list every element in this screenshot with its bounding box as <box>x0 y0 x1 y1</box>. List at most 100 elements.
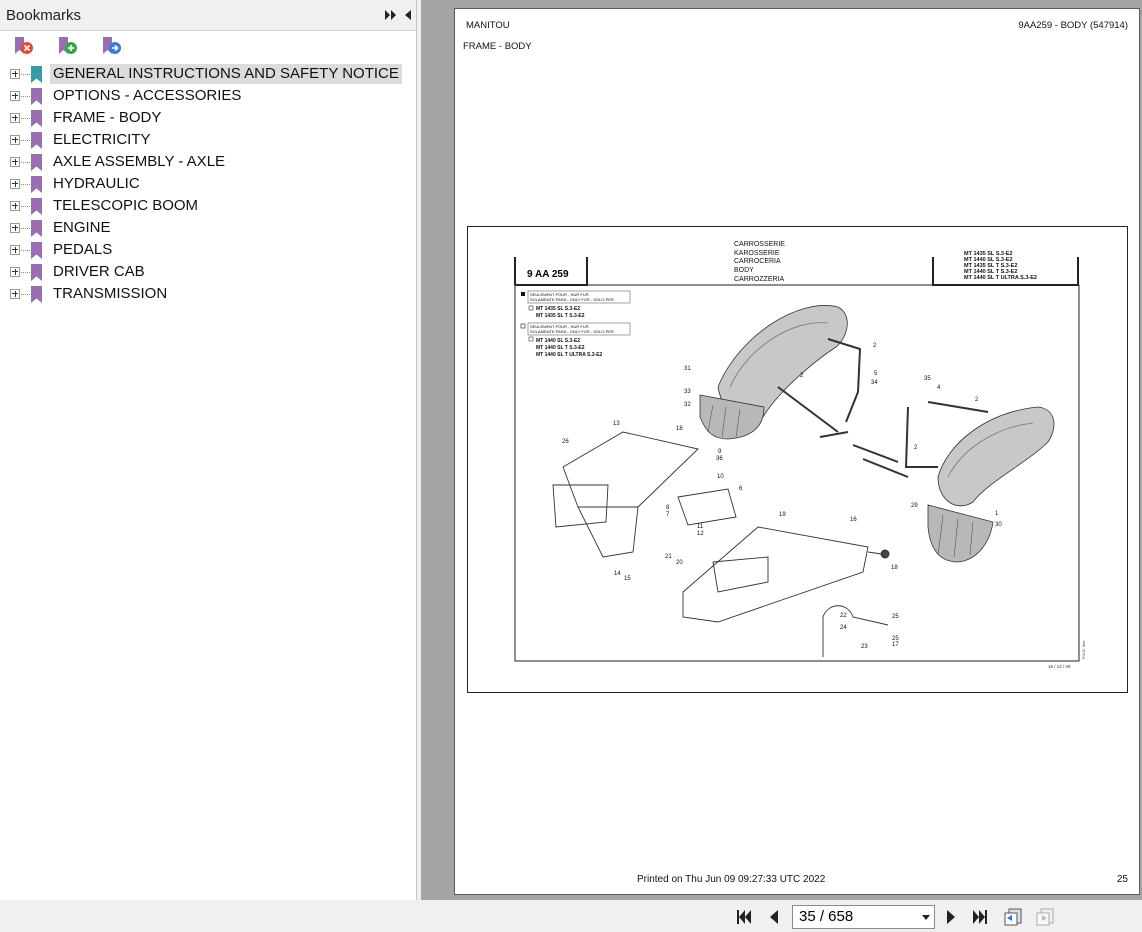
bookmark-icon <box>31 286 42 303</box>
callout-25a: 25 <box>892 614 899 620</box>
drawing-ref: 9 AA 259 <box>527 269 569 280</box>
first-page-icon[interactable] <box>734 907 754 927</box>
expand-icon[interactable] <box>10 223 20 233</box>
drawing-title-0: CARROSSERIE <box>734 241 785 248</box>
bookmark-telescopic-boom[interactable]: TELESCOPIC BOOM <box>0 195 416 217</box>
callout-36: 36 <box>716 456 723 462</box>
expand-icon[interactable] <box>10 69 20 79</box>
tree-connector <box>21 184 30 185</box>
bookmark-label: TRANSMISSION <box>53 285 168 302</box>
bookmark-label: TELESCOPIC BOOM <box>53 197 199 214</box>
note2-model-2: MT 1440 SL T ULTRA S.3-E2 <box>536 352 603 358</box>
bookmark-icon <box>31 220 42 237</box>
page-number: 25 <box>1116 874 1128 885</box>
callout-30: 30 <box>995 522 1002 528</box>
expand-icon[interactable] <box>10 135 20 145</box>
bookmark-icon <box>31 66 42 83</box>
callout-19: 19 <box>779 512 786 518</box>
note1-model-0: MT 1435 SL S.3-E2 <box>536 306 580 312</box>
callout-15: 15 <box>624 576 631 582</box>
bookmark-transmission[interactable]: TRANSMISSION <box>0 283 416 305</box>
expand-icon[interactable] <box>10 289 20 299</box>
fender-upper <box>699 305 848 440</box>
callout-22: 22 <box>840 613 847 619</box>
expand-icon[interactable] <box>10 245 20 255</box>
next-view-icon[interactable] <box>1035 907 1055 927</box>
bookmark-driver-cab[interactable]: DRIVER CAB <box>0 261 416 283</box>
bookmarks-panel: Bookmarks GENERAL INSTRUCTIONS AND SAFET… <box>0 0 417 900</box>
drawing-title-4: CARROZZERIA <box>734 276 785 283</box>
bookmark-tree: GENERAL INSTRUCTIONS AND SAFETY NOTICE OP… <box>0 63 416 305</box>
previous-page-icon[interactable] <box>764 907 784 927</box>
last-page-icon[interactable] <box>970 907 990 927</box>
bookmark-general-instructions-and-safety-notice[interactable]: GENERAL INSTRUCTIONS AND SAFETY NOTICE <box>0 63 416 85</box>
expand-icon[interactable] <box>10 91 20 101</box>
expand-panel-icon[interactable] <box>384 7 398 23</box>
expand-icon[interactable] <box>10 201 20 211</box>
bookmark-options-accessories[interactable]: OPTIONS - ACCESSORIES <box>0 85 416 107</box>
callout-1: 1 <box>995 511 999 517</box>
bookmark-engine[interactable]: ENGINE <box>0 217 416 239</box>
bookmark-label: HYDRAULIC <box>53 175 140 192</box>
tree-connector <box>21 140 30 141</box>
note2-model-0: MT 1440 SL S.3-E2 <box>536 338 580 344</box>
callout-14: 14 <box>614 571 621 577</box>
note2-sub: SOLAMENTE PARA - ONLY FOR - SOLO PER <box>530 329 614 334</box>
expand-icon[interactable] <box>10 267 20 277</box>
callout-26: 26 <box>562 439 569 445</box>
bookmark-label: AXLE ASSEMBLY - AXLE <box>53 153 226 170</box>
bookmarks-header: Bookmarks <box>0 0 416 31</box>
note1-model-1: MT 1435 SL T S.3-E2 <box>536 313 585 319</box>
callout-18b: 18 <box>891 565 898 571</box>
bookmark-icon <box>31 242 42 259</box>
callout-31: 31 <box>684 366 691 372</box>
expand-icon[interactable] <box>10 157 20 167</box>
callout-12: 12 <box>697 531 704 537</box>
callout-2a: 2 <box>873 343 877 349</box>
bookmarks-toolbar <box>0 31 416 61</box>
callout-5: 5 <box>874 371 878 377</box>
bookmark-label: ENGINE <box>53 219 111 236</box>
callout-2b: 2 <box>800 373 804 379</box>
tree-connector <box>21 206 30 207</box>
drawing-title-1: KAROSSERIE <box>734 250 780 257</box>
bookmark-label: PEDALS <box>53 241 113 258</box>
tree-connector <box>21 228 30 229</box>
collapse-panel-icon[interactable] <box>401 7 415 23</box>
tree-connector <box>21 162 30 163</box>
next-page-icon[interactable] <box>941 907 961 927</box>
bookmark-axle-assembly-axle[interactable]: AXLE ASSEMBLY - AXLE <box>0 151 416 173</box>
tree-connector <box>21 96 30 97</box>
callout-9: 9 <box>718 449 722 455</box>
bookmark-label: FRAME - BODY <box>53 109 162 126</box>
bookmark-electricity[interactable]: ELECTRICITY <box>0 129 416 151</box>
model-4: MT 1440 SL T ULTRA S.3-E2 <box>964 275 1037 281</box>
add-bookmark-icon[interactable] <box>56 35 78 57</box>
tree-connector <box>21 250 30 251</box>
document-viewer[interactable]: MANITOU 9AA259 - BODY (547914) FRAME - B… <box>421 0 1142 900</box>
body-frame-lower <box>682 526 890 657</box>
callout-33: 33 <box>684 389 691 395</box>
previous-view-icon[interactable] <box>1003 907 1023 927</box>
expand-icon[interactable] <box>10 113 20 123</box>
bookmark-icon <box>31 198 42 215</box>
callout-29: 29 <box>911 503 918 509</box>
goto-bookmark-icon[interactable] <box>100 35 122 57</box>
delete-bookmark-icon[interactable] <box>12 35 34 57</box>
bookmark-hydraulic[interactable]: HYDRAULIC <box>0 173 416 195</box>
bookmark-pedals[interactable]: PEDALS <box>0 239 416 261</box>
callout-2c: 2 <box>975 397 979 403</box>
header-left: MANITOU <box>466 20 510 31</box>
callout-21: 21 <box>665 554 672 560</box>
callout-23: 23 <box>861 644 868 650</box>
parts-drawing: 9 AA 259 CARROSSERIE KAROSSERIE CARROCER… <box>467 226 1128 693</box>
parts-drawing-svg: 9 AA 259 CARROSSERIE KAROSSERIE CARROCER… <box>514 241 1086 669</box>
bookmark-label: DRIVER CAB <box>53 263 145 280</box>
note2-model-1: MT 1440 SL T S.3-E2 <box>536 345 585 351</box>
callout-16: 16 <box>850 517 857 523</box>
callout-11: 11 <box>697 524 704 530</box>
expand-icon[interactable] <box>10 179 20 189</box>
bookmark-frame-body[interactable]: FRAME - BODY <box>0 107 416 129</box>
callout-34: 34 <box>871 380 878 386</box>
page-selector[interactable]: 35 / 658 <box>792 905 935 929</box>
